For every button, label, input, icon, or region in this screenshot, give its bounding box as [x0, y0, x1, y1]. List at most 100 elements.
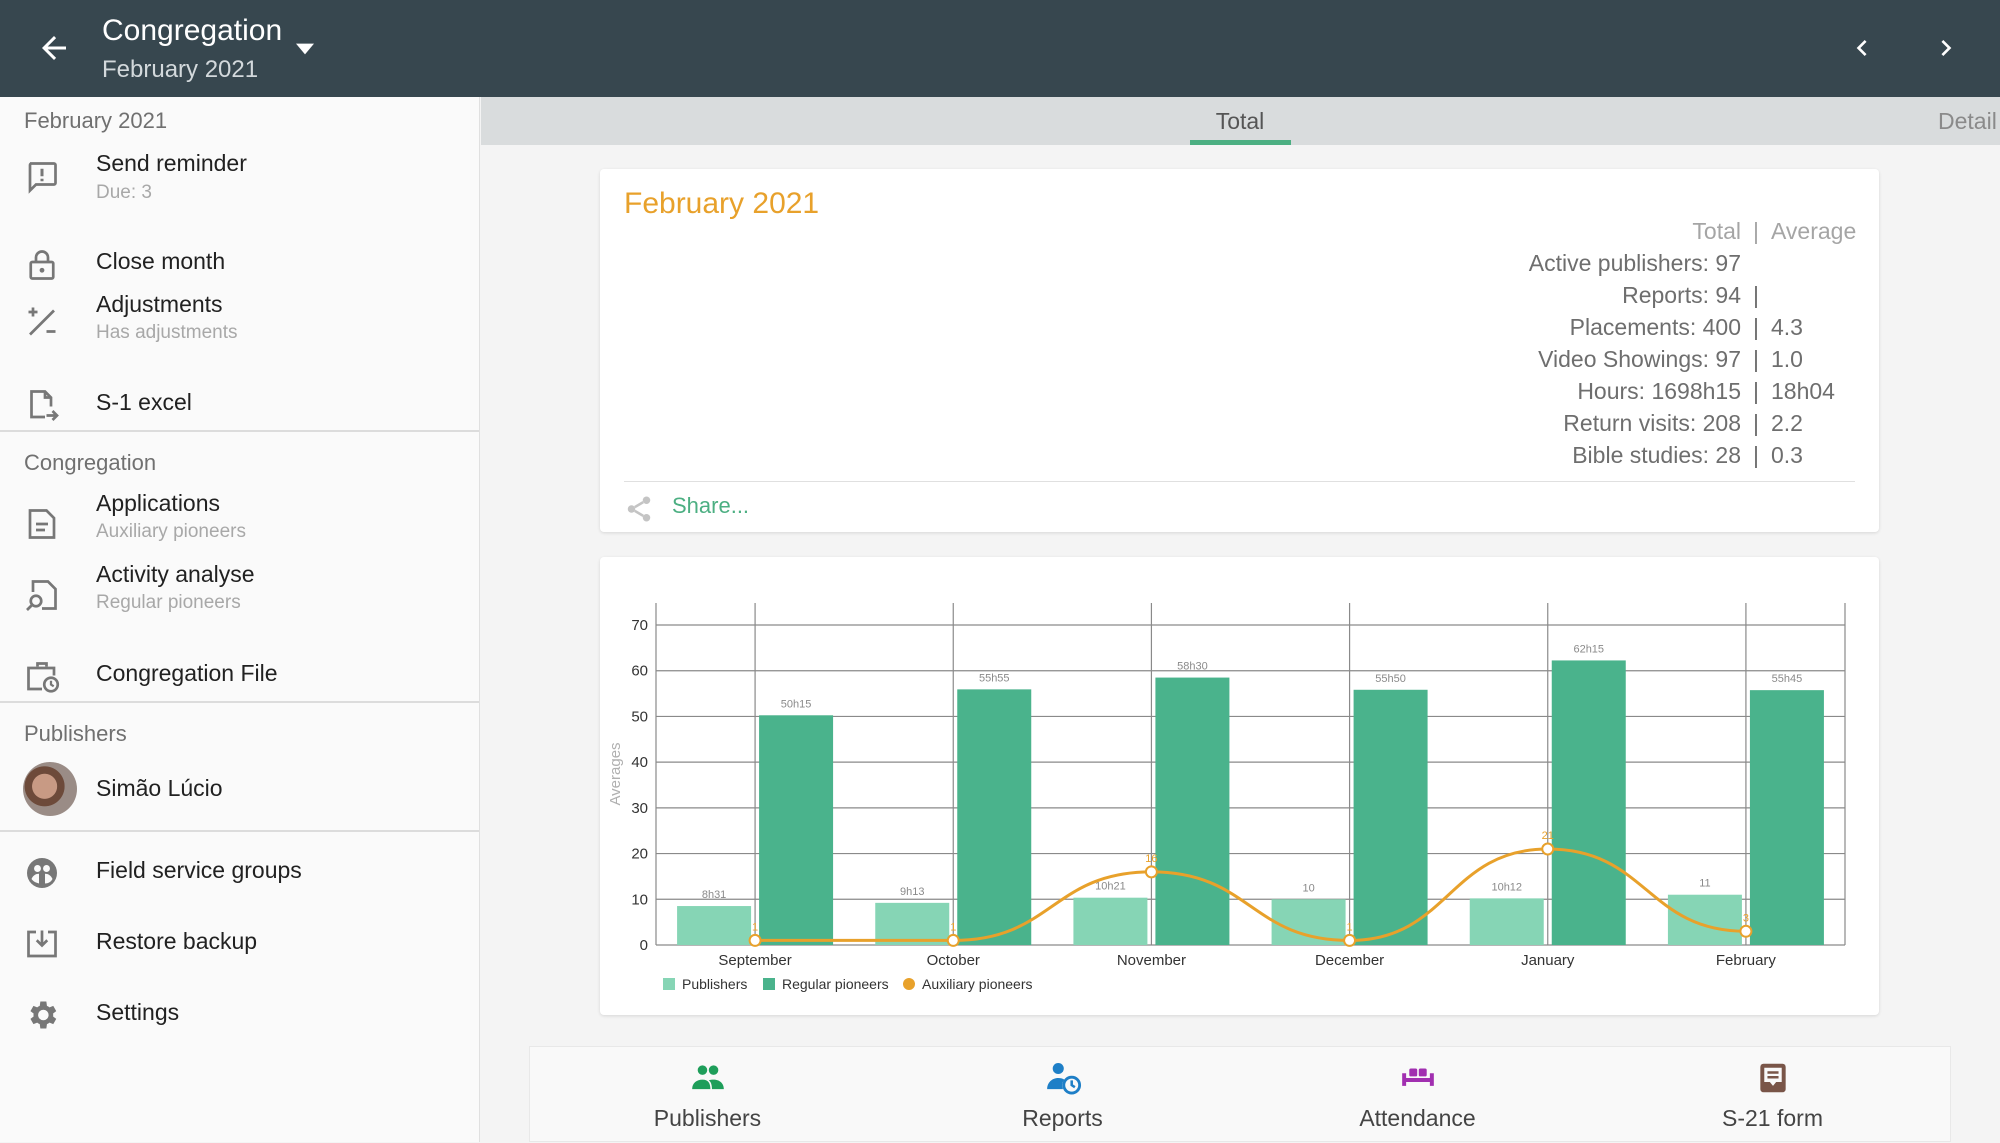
x-tick-label: January — [1521, 952, 1575, 969]
page-subtitle: February 2021 — [102, 56, 259, 83]
sidebar-item-send-reminder[interactable]: Send reminder Due: 3 — [0, 144, 479, 214]
nav-s21-form[interactable]: S-21 form — [1595, 1047, 1950, 1143]
nav-reports[interactable]: Reports — [885, 1047, 1240, 1143]
legend-label: Regular pioneers — [782, 976, 889, 992]
stat-row: Active publishers: 97 — [1421, 247, 1855, 279]
y-tick-label: 50 — [631, 708, 648, 725]
sidebar-item-sublabel: Has adjustments — [96, 322, 238, 343]
avatar — [23, 762, 77, 816]
groups-icon — [27, 858, 57, 888]
y-tick-label: 70 — [631, 617, 648, 634]
stat-average: 18h04 — [1771, 378, 1835, 404]
share-icon — [627, 496, 651, 522]
person-clock-icon — [1047, 1062, 1082, 1095]
sidebar-item-label: Close month — [96, 248, 226, 274]
separator: | — [1753, 410, 1759, 436]
tab-detail[interactable]: Detail — [1938, 97, 1997, 145]
legend-label: Publishers — [682, 976, 747, 992]
feedback-icon — [28, 162, 57, 194]
stat-total: Hours: 1698h15 — [1577, 378, 1741, 404]
separator: | — [1753, 314, 1759, 340]
line-point — [1144, 865, 1158, 879]
stat-row: Return visits: 208 | 2.2 — [1421, 407, 1855, 439]
legend-label: Auxiliary pioneers — [922, 976, 1033, 992]
stat-row: Reports: 94 | — [1421, 279, 1855, 311]
sidebar-item-s1-excel[interactable]: S-1 excel — [0, 369, 479, 439]
sidebar-item-label: Applications — [96, 490, 221, 516]
separator: | — [1753, 218, 1759, 244]
page-title[interactable]: Congregation — [102, 14, 282, 48]
sidebar-item-publisher[interactable]: Simão Lúcio — [0, 757, 479, 827]
arrow-left-icon[interactable] — [36, 30, 72, 66]
bar-data-label: 55h55 — [979, 672, 1010, 684]
header-average: Average — [1771, 218, 1857, 244]
file-export-icon — [30, 390, 59, 421]
y-tick-label: 0 — [640, 937, 648, 954]
line-data-label: 21 — [1542, 830, 1554, 842]
section-header: February 2021 — [24, 108, 168, 133]
line-data-label: 1 — [1347, 921, 1353, 933]
separator: | — [1753, 282, 1759, 308]
line-data-label: 16 — [1145, 853, 1157, 865]
line-data-label: 1 — [950, 921, 956, 933]
sidebar-item-label: Settings — [96, 999, 180, 1025]
line-point — [1739, 924, 1753, 938]
y-axis-label: Averages — [607, 742, 624, 805]
tab-total[interactable]: Total — [1190, 97, 1290, 145]
legend-marker — [903, 978, 915, 990]
bar-regular-pioneers — [1749, 690, 1824, 945]
sidebar-item-applications[interactable]: Applications Auxiliary pioneers — [0, 490, 479, 560]
bar-data-label: 55h50 — [1375, 673, 1406, 685]
sidebar-item-label: Simão Lúcio — [96, 775, 223, 801]
nav-label: Reports — [1022, 1105, 1103, 1131]
stat-average — [1771, 279, 1855, 311]
bar-data-label: 62h15 — [1573, 643, 1604, 655]
stat-average: 1.0 — [1771, 346, 1803, 372]
chevron-right-icon[interactable] — [1930, 32, 1962, 64]
caret-down-icon[interactable] — [296, 42, 314, 56]
line-point — [1343, 933, 1357, 947]
bar-regular-pioneers — [957, 689, 1032, 945]
line-data-label: 1 — [752, 921, 758, 933]
plus-minus-icon — [28, 307, 56, 336]
stat-total: Video Showings: 97 — [1538, 346, 1741, 372]
stats-header: Total | Average — [1421, 215, 1857, 247]
sidebar-item-restore-backup[interactable]: Restore backup — [0, 908, 479, 978]
bar-regular-pioneers — [1353, 689, 1428, 945]
y-tick-label: 10 — [631, 891, 648, 908]
sidebar-item-adjustments[interactable]: Adjustments Has adjustments — [0, 287, 479, 357]
stat-average: 4.3 — [1771, 314, 1803, 340]
bar-publishers — [1667, 894, 1742, 945]
bar-data-label: 50h15 — [781, 698, 812, 710]
nav-publishers[interactable]: Publishers — [530, 1047, 885, 1143]
divider — [624, 481, 1855, 482]
nav-label: Attendance — [1359, 1105, 1476, 1131]
chevron-left-icon[interactable] — [1846, 32, 1878, 64]
section-header: Congregation — [24, 450, 157, 475]
people-icon — [692, 1065, 724, 1090]
summary-card: February 2021 Total | Average Active pub… — [600, 169, 1879, 532]
stat-average — [1771, 247, 1855, 279]
sidebar-item-settings[interactable]: Settings — [0, 979, 479, 1049]
bar-publishers — [875, 902, 950, 945]
stat-total: Reports: 94 — [1622, 282, 1741, 308]
sidebar-item-congregation-file[interactable]: Congregation File — [0, 640, 479, 710]
sidebar-item-sublabel: Auxiliary pioneers — [96, 521, 246, 542]
stat-average: 0.3 — [1771, 442, 1803, 468]
bar-data-label: 10h21 — [1095, 881, 1126, 893]
section-header: Publishers — [24, 721, 127, 746]
divider — [0, 830, 479, 832]
nav-attendance[interactable]: Attendance — [1240, 1047, 1595, 1143]
nav-label: Publishers — [653, 1105, 762, 1131]
sidebar-item-activity-analyse[interactable]: Activity analyse Regular pioneers — [0, 561, 479, 631]
tab-active-indicator — [1190, 140, 1291, 145]
separator: | — [1753, 442, 1759, 468]
stat-row: Placements: 400 | 4.3 — [1421, 311, 1855, 343]
bottom-navigation: Publishers Reports Attendance S-21 form — [529, 1046, 1951, 1142]
restore-icon — [27, 930, 57, 958]
app-bar: Congregation February 2021 — [0, 0, 2000, 97]
stat-total: Bible studies: 28 — [1572, 442, 1741, 468]
sidebar-item-label: Congregation File — [96, 660, 278, 686]
sidebar-item-field-service-groups[interactable]: Field service groups — [0, 837, 479, 907]
gear-icon — [30, 1001, 57, 1029]
